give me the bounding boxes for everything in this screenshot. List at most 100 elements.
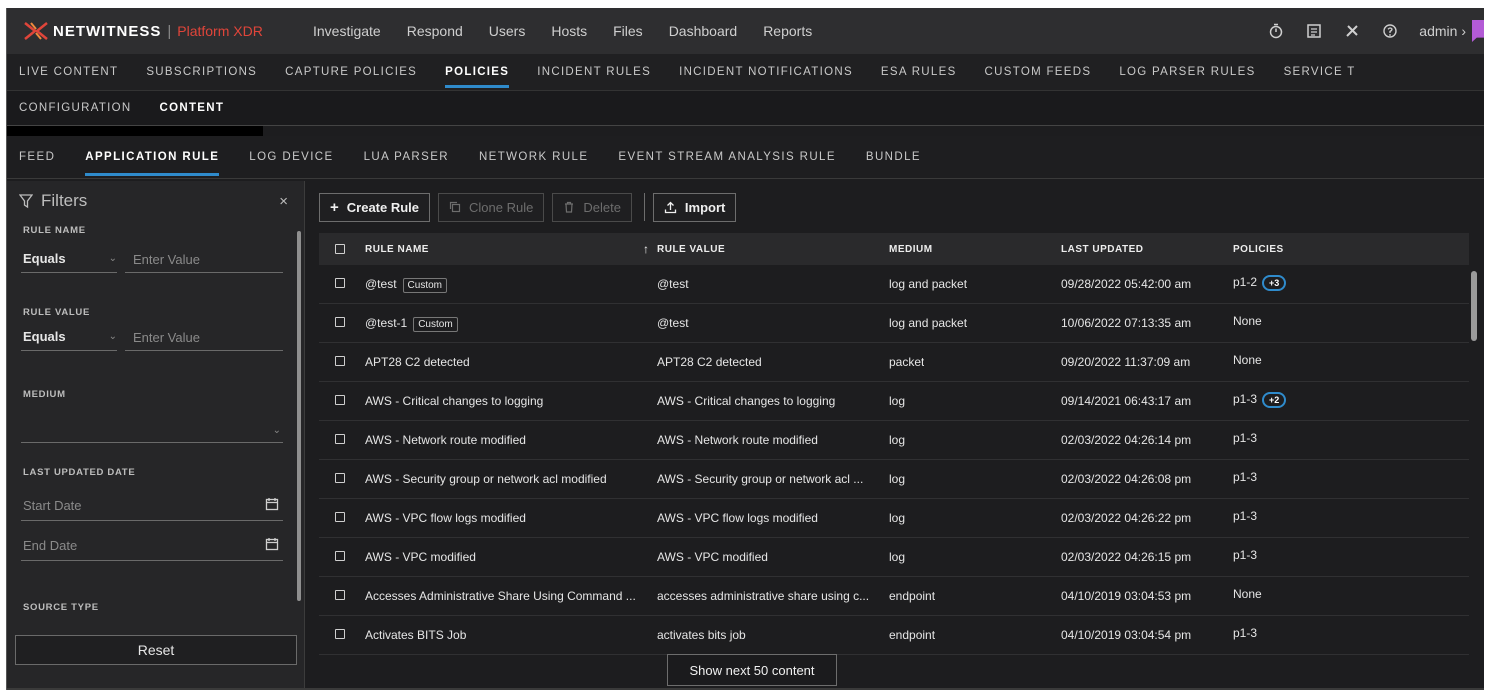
calendar-icon[interactable] xyxy=(265,497,279,511)
nav-hosts[interactable]: Hosts xyxy=(551,23,587,39)
close-icon[interactable]: × xyxy=(279,193,288,210)
rule-name-cell[interactable]: AWS - Critical changes to logging xyxy=(365,394,543,408)
row-checkbox[interactable] xyxy=(335,629,345,639)
policies-cell: p1-3 +2 xyxy=(1233,392,1287,408)
table-scrollbar[interactable] xyxy=(1471,271,1477,341)
rule-name-cell[interactable]: Accesses Administrative Share Using Comm… xyxy=(365,589,636,603)
timer-icon[interactable] xyxy=(1267,22,1285,40)
rule-name-cell[interactable]: @test Custom xyxy=(365,277,447,293)
table-row[interactable]: AWS - Security group or network acl modi… xyxy=(319,460,1469,499)
rule-name-cell[interactable]: @test-1 Custom xyxy=(365,316,458,332)
policies-cell: p1-2 +3 xyxy=(1233,275,1287,291)
row-checkbox[interactable] xyxy=(335,317,345,327)
filter-icon xyxy=(19,194,33,209)
rule-name-input[interactable] xyxy=(125,245,283,267)
rule-value-operator-select[interactable]: Equals ⌄ xyxy=(21,323,117,351)
end-date-input[interactable] xyxy=(21,531,283,553)
rule-name-cell[interactable]: AWS - VPC modified xyxy=(365,550,476,564)
tab-log-parser-rules[interactable]: LOG PARSER RULES xyxy=(1105,54,1269,90)
tab-incident-notifications[interactable]: INCIDENT NOTIFICATIONS xyxy=(665,54,867,90)
table-row[interactable]: Accesses Administrative Share Using Comm… xyxy=(319,577,1469,616)
tab-feed[interactable]: FEED xyxy=(7,136,70,178)
nav-users[interactable]: Users xyxy=(489,23,526,39)
rule-name-operator-select[interactable]: Equals ⌄ xyxy=(21,245,117,273)
rule-name-cell[interactable]: APT28 C2 detected xyxy=(365,355,470,369)
rule-name-cell[interactable]: AWS - Security group or network acl modi… xyxy=(365,472,607,486)
row-checkbox[interactable] xyxy=(335,278,345,288)
filters-scrollbar[interactable] xyxy=(297,231,301,601)
tab-policies[interactable]: POLICIES xyxy=(431,54,523,90)
tab-live-content[interactable]: LIVE CONTENT xyxy=(7,54,132,90)
notification-flag-icon[interactable] xyxy=(1472,20,1484,42)
tab-configuration[interactable]: CONFIGURATION xyxy=(7,91,146,125)
table-row[interactable]: Activates BITS Job activates bits job endp… xyxy=(319,616,1469,655)
tab-application-rule[interactable]: APPLICATION RULE xyxy=(70,136,234,178)
tab-incident-rules[interactable]: INCIDENT RULES xyxy=(523,54,665,90)
rule-name-cell[interactable]: Activates BITS Job xyxy=(365,628,466,642)
rule-name-cell[interactable]: AWS - Network route modified xyxy=(365,433,526,447)
last-updated-cell: 04/10/2019 03:04:53 pm xyxy=(1061,589,1192,603)
column-rule-name[interactable]: RULE NAME xyxy=(365,244,429,255)
nav-investigate[interactable]: Investigate xyxy=(313,23,381,39)
tab-custom-feeds[interactable]: CUSTOM FEEDS xyxy=(971,54,1106,90)
calendar-icon[interactable] xyxy=(265,537,279,551)
more-policies-badge[interactable]: +2 xyxy=(1262,392,1287,408)
reset-button[interactable]: Reset xyxy=(15,635,297,665)
tab-capture-policies[interactable]: CAPTURE POLICIES xyxy=(271,54,431,90)
help-icon[interactable] xyxy=(1381,22,1399,40)
table-row[interactable]: @test-1 Custom @test log and packet 10/06/20… xyxy=(319,304,1469,343)
medium-select[interactable]: ⌄ xyxy=(21,413,283,443)
more-policies-badge[interactable]: +3 xyxy=(1262,275,1287,291)
rule-name-operator: Equals xyxy=(23,251,66,266)
clone-rule-button[interactable]: Clone Rule xyxy=(438,192,545,222)
tab-esa-rule[interactable]: EVENT STREAM ANALYSIS RULE xyxy=(603,136,850,178)
column-policies[interactable]: POLICIES xyxy=(1233,244,1284,255)
nav-files[interactable]: Files xyxy=(613,23,643,39)
table-row[interactable]: APT28 C2 detected APT28 C2 detected packet… xyxy=(319,343,1469,382)
tab-content[interactable]: CONTENT xyxy=(146,91,239,125)
rule-name-text: @test-1 xyxy=(365,316,408,330)
rule-name-text: APT28 C2 detected xyxy=(365,355,470,369)
import-button[interactable]: Import xyxy=(652,192,737,222)
rule-name-cell[interactable]: AWS - VPC flow logs modified xyxy=(365,511,526,525)
notes-icon[interactable] xyxy=(1305,22,1323,40)
show-next-button[interactable]: Show next 50 content xyxy=(667,654,837,686)
table-row[interactable]: AWS - Network route modified AWS - Networ… xyxy=(319,421,1469,460)
row-checkbox[interactable] xyxy=(335,551,345,561)
delete-button[interactable]: Delete xyxy=(552,192,632,222)
tab-esa-rules[interactable]: ESA RULES xyxy=(867,54,971,90)
brand-logo[interactable]: NETWITNESS | Platform XDR xyxy=(7,21,313,41)
table-row[interactable]: AWS - VPC modified AWS - VPC modified log 0… xyxy=(319,538,1469,577)
table-row[interactable]: AWS - VPC flow logs modified AWS - VPC fl… xyxy=(319,499,1469,538)
nav-dashboard[interactable]: Dashboard xyxy=(669,23,738,39)
user-menu[interactable]: admin › xyxy=(1419,23,1466,39)
table-row[interactable]: @test Custom @test log and packet 09/28/2022… xyxy=(319,265,1469,304)
row-checkbox[interactable] xyxy=(335,512,345,522)
start-date-input[interactable] xyxy=(21,491,283,513)
create-rule-button[interactable]: + Create Rule xyxy=(319,192,431,222)
select-all-checkbox[interactable] xyxy=(335,244,345,254)
tab-service[interactable]: SERVICE T xyxy=(1270,54,1370,90)
row-checkbox[interactable] xyxy=(335,434,345,444)
row-checkbox[interactable] xyxy=(335,356,345,366)
column-last-updated[interactable]: LAST UPDATED xyxy=(1061,244,1143,255)
chevron-down-icon: ⌄ xyxy=(108,253,117,264)
tools-icon[interactable] xyxy=(1343,22,1361,40)
tab-subscriptions[interactable]: SUBSCRIPTIONS xyxy=(132,54,271,90)
tab-lua-parser[interactable]: LUA PARSER xyxy=(349,136,464,178)
nav-respond[interactable]: Respond xyxy=(407,23,463,39)
column-rule-value[interactable]: RULE VALUE xyxy=(657,244,725,255)
nav-reports[interactable]: Reports xyxy=(763,23,812,39)
row-checkbox[interactable] xyxy=(335,590,345,600)
tab-log-device[interactable]: LOG DEVICE xyxy=(234,136,348,178)
row-checkbox[interactable] xyxy=(335,395,345,405)
rule-value-input[interactable] xyxy=(125,323,283,345)
tab-bundle[interactable]: BUNDLE xyxy=(851,136,936,178)
table-row[interactable]: AWS - Critical changes to logging AWS - C… xyxy=(319,382,1469,421)
medium-cell: log and packet xyxy=(889,316,968,330)
row-checkbox[interactable] xyxy=(335,473,345,483)
tab-network-rule[interactable]: NETWORK RULE xyxy=(464,136,603,178)
sort-up-icon[interactable]: ↑ xyxy=(643,242,650,256)
column-medium[interactable]: MEDIUM xyxy=(889,244,933,255)
last-updated-cell: 02/03/2022 04:26:22 pm xyxy=(1061,511,1192,525)
